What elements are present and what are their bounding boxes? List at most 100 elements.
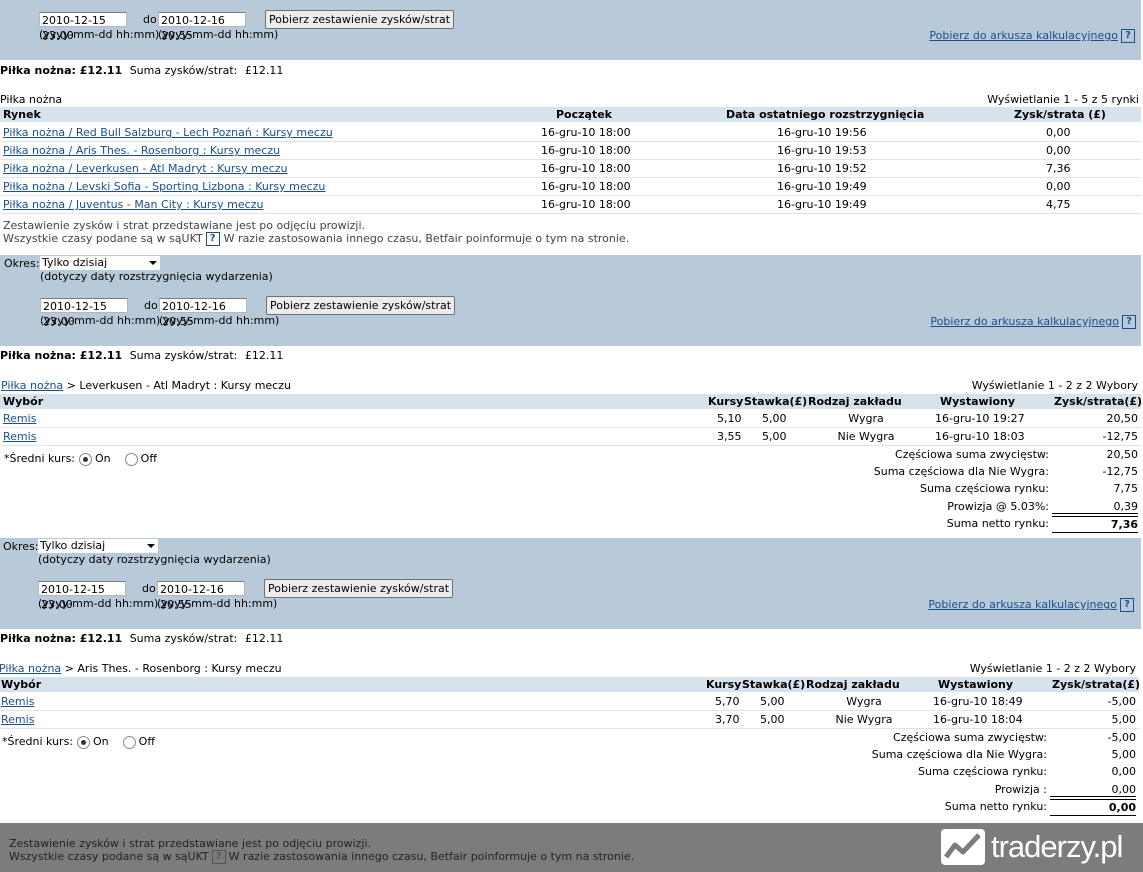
date-from-input[interactable]: 2010-12-15 23:00 xyxy=(39,12,127,42)
placed-at: 16-gru-10 18:03 xyxy=(935,430,1025,443)
okres-label: Okres: xyxy=(4,257,40,270)
placed-at: 16-gru-10 19:27 xyxy=(935,412,1025,425)
summary-label: Częściowa suma zwycięstw: xyxy=(895,448,1049,461)
stake: 5,00 xyxy=(762,412,787,425)
market-start: 16-gru-10 18:00 xyxy=(541,126,631,139)
summary-label: Częściowa suma zwycięstw: xyxy=(893,731,1047,744)
row-pl: 20,50 xyxy=(1106,412,1139,425)
fetch-button[interactable]: Pobierz zestawienie zysków/strat xyxy=(264,579,454,598)
col-stawka: Stawka(£) xyxy=(742,678,806,691)
avg-odds-label: *Średni kurs: xyxy=(4,452,76,465)
traderzy-logo: traderzy.pl xyxy=(941,829,1133,865)
footer-note-times: Wszystkie czasy podane są w sąUKT? W razi… xyxy=(9,850,634,864)
date-to-input[interactable]: 2010-12-16 20:55 xyxy=(158,12,246,42)
summary-value: 0,00 xyxy=(1050,783,1136,797)
row-pl: 5,00 xyxy=(1111,713,1137,726)
market-start: 16-gru-10 18:00 xyxy=(541,180,631,193)
date-to-input[interactable]: 2010-12-16 20:55 xyxy=(159,298,247,328)
footer: Zestawienie zysków i strat przedstawiane… xyxy=(0,823,1143,872)
summary-value: 7,75 xyxy=(1113,482,1139,496)
col-wystawiony: Wystawiony xyxy=(938,678,1014,691)
row-pl: -12,75 xyxy=(1102,430,1138,443)
okres-note: (dotyczy daty rozstrzygnięcia wydarzenia… xyxy=(40,270,273,283)
selections-header: Wybór Kursy Stawka(£) Rodzaj zakładu Wystawi… xyxy=(0,677,1141,692)
table-row: Remis 3,70 5,00 Nie Wygra 16-gru-10 18:04 5,0… xyxy=(0,710,1139,729)
selection-link[interactable]: Remis xyxy=(1,695,34,708)
sum-label: Suma zysków/strat: xyxy=(129,64,238,77)
date-to-input[interactable]: 2010-12-16 20:55 xyxy=(157,581,245,611)
odds: 3,70 xyxy=(715,713,740,726)
market-settled: 16-gru-10 19:56 xyxy=(777,126,867,139)
fetch-button[interactable]: Pobierz zestawienie zysków/strat xyxy=(265,10,455,29)
table-row: Remis 3,55 5,00 Nie Wygra 16-gru-10 18:03 -12… xyxy=(0,427,1141,446)
markets-header: Rynek Początek Data ostatniego rozstrzyg… xyxy=(0,107,1141,122)
table-row: Remis 5,10 5,00 Wygra 16-gru-10 19:27 20,50 xyxy=(0,409,1141,428)
col-zysk: Zysk/strata (£) xyxy=(1014,108,1106,121)
okres-note: (dotyczy daty rozstrzygnięcia wydarzenia… xyxy=(38,553,271,566)
avg-on-label: On xyxy=(95,452,111,465)
stake: 5,00 xyxy=(762,430,787,443)
market-link[interactable]: Piłka nożna / Juventus - Man City : Kurs… xyxy=(3,198,263,211)
detail-section-1: Piłka nożna > Leverkusen - Atl Madryt : … xyxy=(0,378,1143,533)
markets-title: Piłka nożna xyxy=(0,93,63,106)
okres-select[interactable]: Tylko dzisiaj xyxy=(40,256,160,270)
fetch-button[interactable]: Pobierz zestawienie zysków/strat xyxy=(266,296,456,315)
okres-select[interactable]: Tylko dzisiaj xyxy=(38,539,158,553)
spreadsheet-link[interactable]: Pobierz do arkusza kalkulacyjnego xyxy=(930,315,1119,328)
logo-mark-icon xyxy=(941,829,985,865)
crumb-link[interactable]: Piłka nożna xyxy=(0,662,61,675)
date-from-format: (yyyy-mm-dd hh:mm) xyxy=(39,28,160,41)
avg-on-radio[interactable] xyxy=(77,735,91,749)
selection-link[interactable]: Remis xyxy=(3,430,36,443)
table-row: Piłka nożna / Levski Sofia - Sporting Li… xyxy=(0,177,1141,196)
market-link[interactable]: Piłka nożna / Leverkusen - Atl Madryt : … xyxy=(3,162,287,175)
note-times-a: Wszystkie czasy podane są w sąUKT xyxy=(3,232,203,245)
selection-link[interactable]: Remis xyxy=(3,412,36,425)
col-zysk: Zysk/strata(£) xyxy=(1052,678,1141,691)
col-zysk: Zysk/strata(£) xyxy=(1054,395,1143,408)
spreadsheet-area: Pobierz do arkusza kalkulacyjnego? xyxy=(928,598,1134,612)
help-icon[interactable]: ? xyxy=(1120,598,1134,612)
col-stawka: Stawka(£) xyxy=(744,395,808,408)
col-rodzaj: Rodzaj zakładu xyxy=(806,678,900,691)
summary-value: 7,36 xyxy=(1052,515,1138,533)
help-icon[interactable]: ? xyxy=(205,232,220,246)
summary-value: 0,39 xyxy=(1052,500,1138,514)
stake: 5,00 xyxy=(760,695,785,708)
avg-off-radio[interactable] xyxy=(122,735,136,749)
avg-off-radio[interactable] xyxy=(124,452,138,466)
sum-value: £12.11 xyxy=(244,349,284,362)
footer-note-commission: Zestawienie zysków i strat przedstawiane… xyxy=(9,837,372,850)
table-row: Piłka nożna / Red Bull Salzburg - Lech P… xyxy=(0,123,1141,142)
market-pl: 4,75 xyxy=(1046,198,1071,211)
note-times-b: W razie zastosowania innego czasu, Betfa… xyxy=(223,232,630,245)
crumb-rest: > Aris Thes. - Rosenborg : Kursy meczu xyxy=(64,662,282,675)
market-link[interactable]: Piłka nożna / Red Bull Salzburg - Lech P… xyxy=(3,126,333,139)
placed-at: 16-gru-10 18:49 xyxy=(933,695,1023,708)
spreadsheet-link[interactable]: Pobierz do arkusza kalkulacyjnego xyxy=(928,598,1117,611)
market-link[interactable]: Piłka nożna / Levski Sofia - Sporting Li… xyxy=(3,180,325,193)
help-icon[interactable]: ? xyxy=(211,850,226,864)
avg-odds-control: *Średni kurs: On Off xyxy=(2,735,155,749)
spreadsheet-link[interactable]: Pobierz do arkusza kalkulacyjnego xyxy=(929,29,1118,42)
date-from-input[interactable]: 2010-12-15 23:00 xyxy=(40,298,128,328)
filter-band-2: Okres: Tylko dzisiaj (dotyczy daty rozst… xyxy=(0,255,1141,346)
help-icon[interactable]: ? xyxy=(1122,315,1136,329)
bet-type: Wygra xyxy=(846,695,882,708)
summary-value: 5,00 xyxy=(1111,748,1137,762)
selection-link[interactable]: Remis xyxy=(1,713,34,726)
crumb-link[interactable]: Piłka nożna xyxy=(1,379,63,392)
summary-value: 0,00 xyxy=(1050,798,1136,816)
date-from-input[interactable]: 2010-12-15 23:00 xyxy=(38,581,126,611)
market-link[interactable]: Piłka nożna / Aris Thes. - Rosenborg : K… xyxy=(3,144,280,157)
col-wybor: Wybór xyxy=(1,678,42,691)
market-start: 16-gru-10 18:00 xyxy=(541,144,631,157)
help-icon[interactable]: ? xyxy=(1121,29,1135,43)
avg-odds-label: *Średni kurs: xyxy=(2,735,74,748)
date-from-format: (yyyy-mm-dd hh:mm) xyxy=(40,314,161,327)
col-wystawiony: Wystawiony xyxy=(940,395,1016,408)
chevron-down-icon xyxy=(147,544,155,548)
market-pl: 0,00 xyxy=(1046,180,1071,193)
avg-on-radio[interactable] xyxy=(79,452,93,466)
market-start: 16-gru-10 18:00 xyxy=(541,162,631,175)
